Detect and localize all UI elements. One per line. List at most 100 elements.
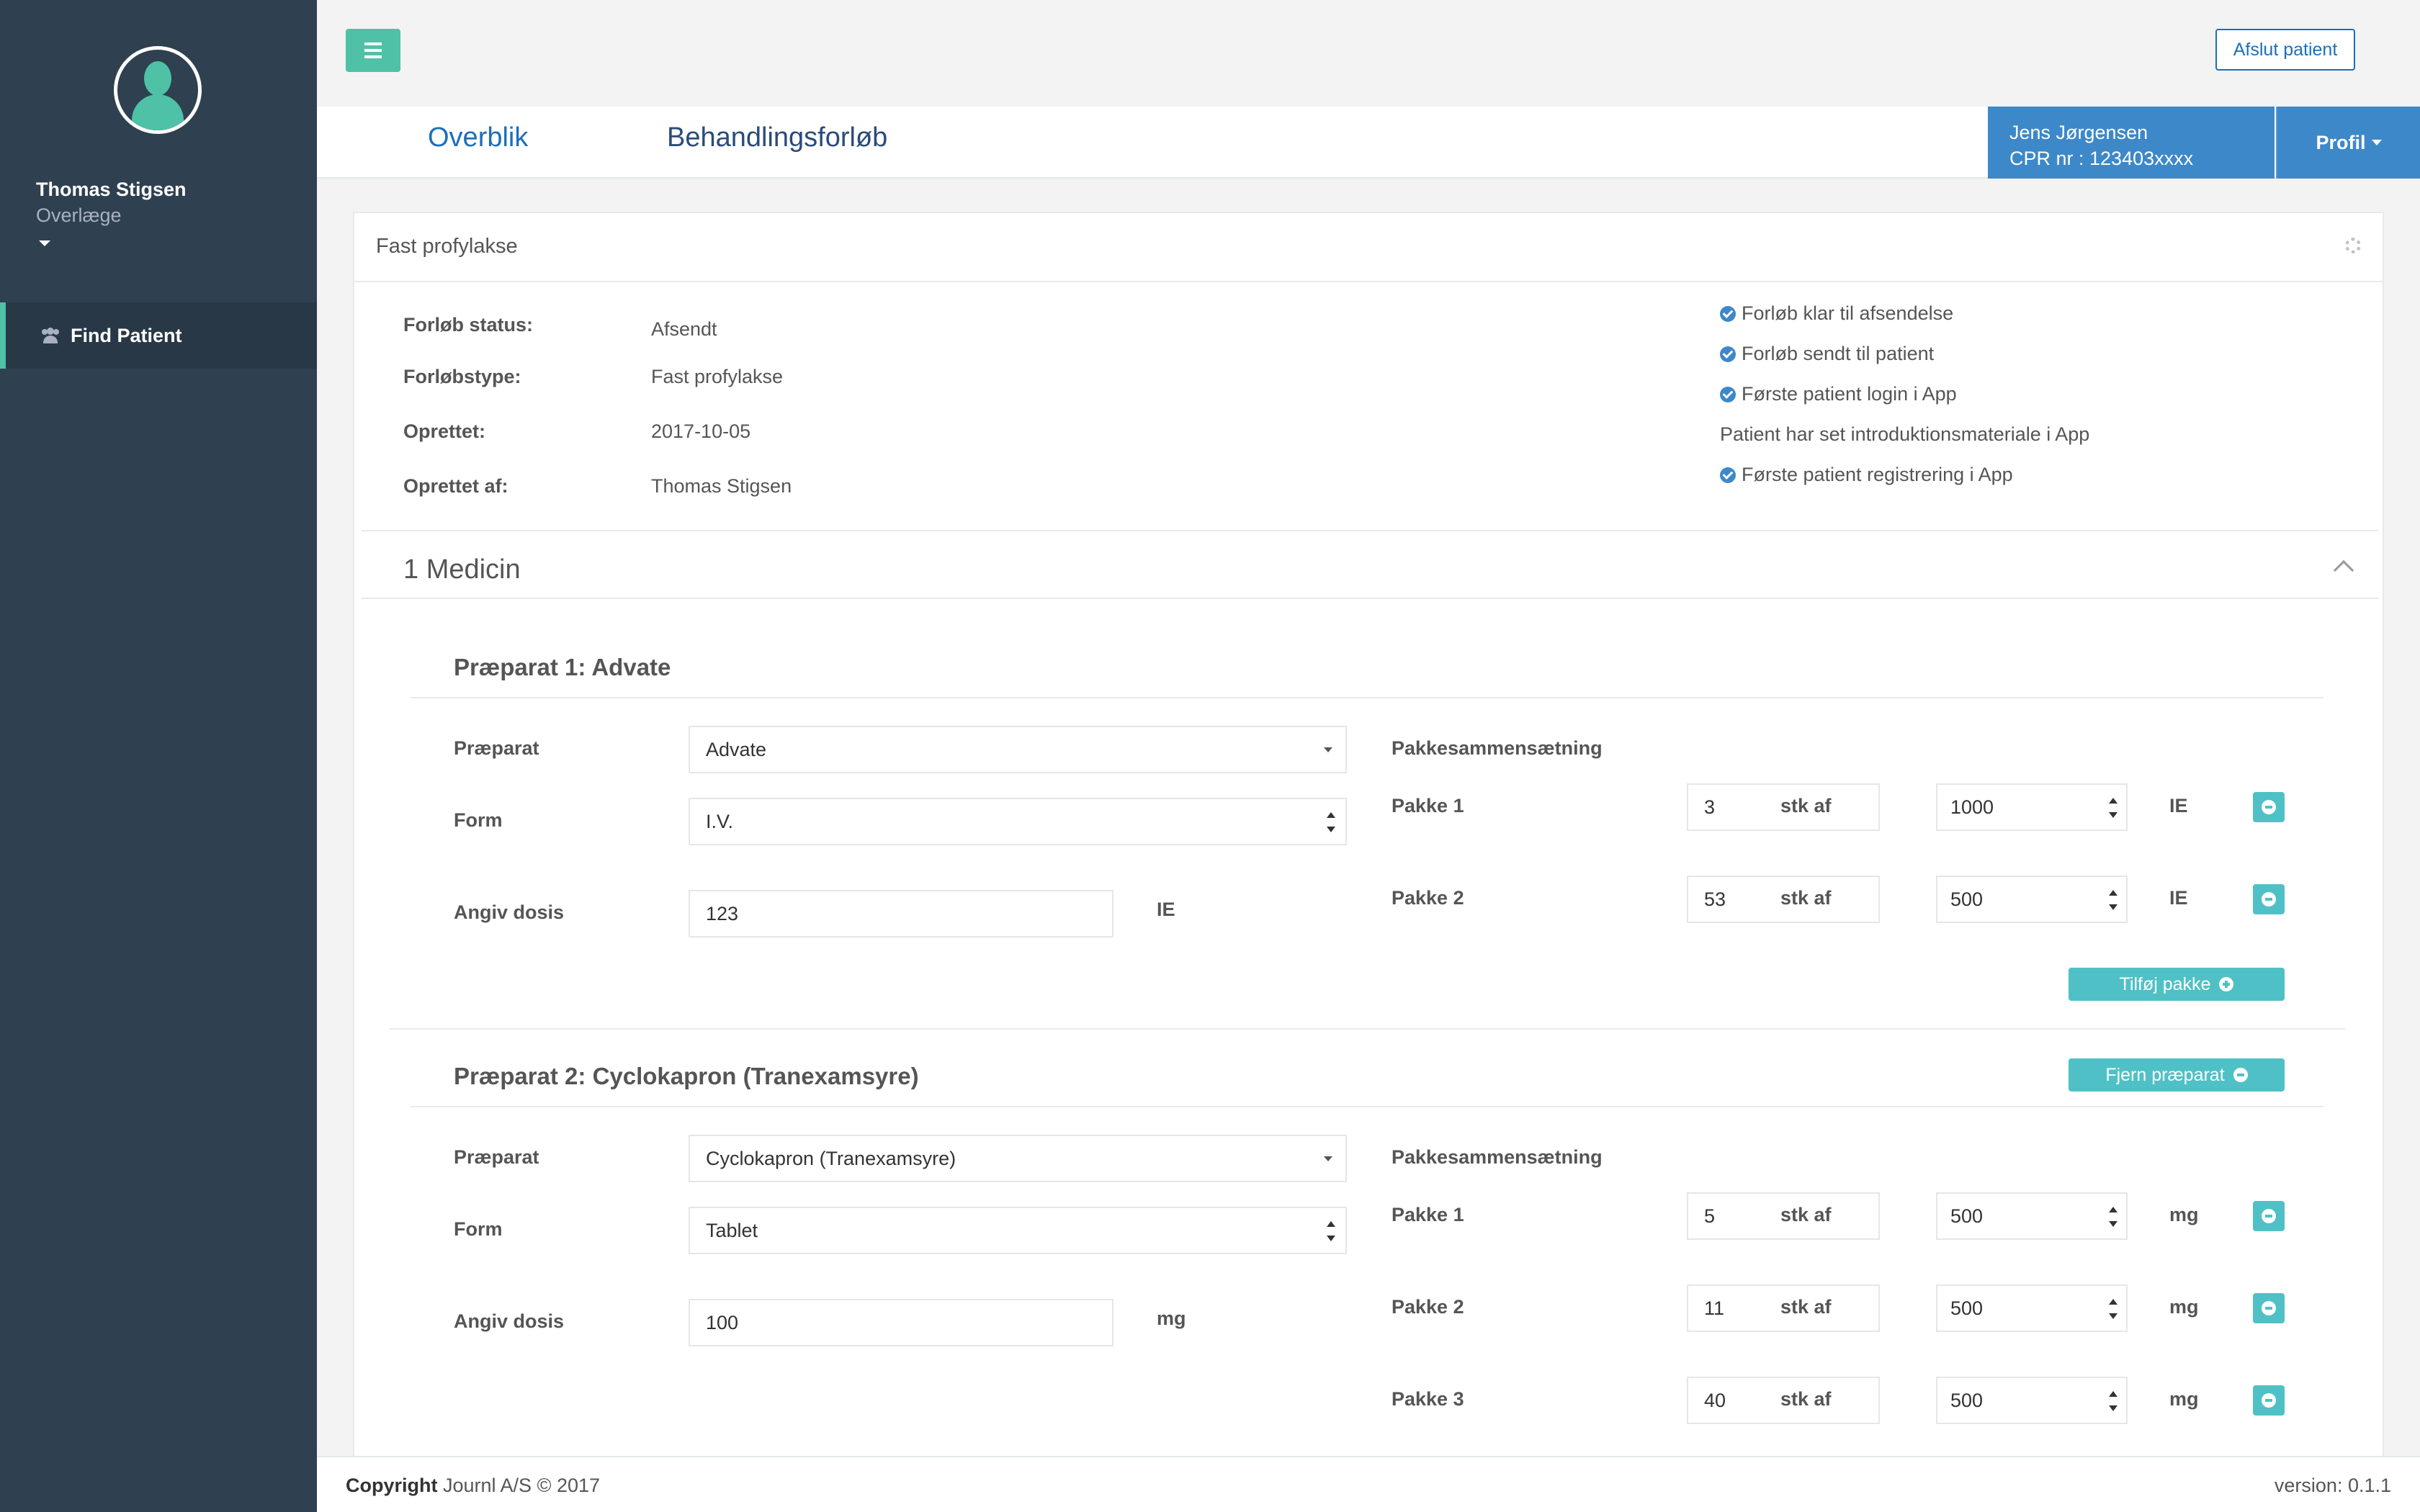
check-circle-icon (1720, 386, 1736, 402)
fjern-praeparat-button[interactable]: Fjern præparat (2069, 1058, 2285, 1092)
spinner-arrows-icon (2109, 798, 2118, 818)
divider (411, 697, 2323, 698)
form-select[interactable]: I.V. (689, 798, 1347, 845)
praeparat-label: Præparat (454, 737, 539, 759)
avatar (114, 46, 202, 134)
tab-overblik[interactable]: Overblik (428, 122, 528, 153)
checklist-item: Første patient login i App (1720, 383, 1957, 405)
pakke-unit: IE (2169, 887, 2188, 909)
pakke-unit: mg (2169, 1388, 2199, 1410)
user-name: Thomas Stigsen (36, 179, 187, 200)
divider (362, 598, 2378, 599)
dropdown-arrow-icon (1324, 747, 1332, 752)
stk-af-label: stk af (1780, 795, 1832, 816)
pakke-size-select[interactable]: 500 (1936, 1192, 2128, 1240)
info-value: Afsendt (651, 318, 717, 340)
divider (389, 1028, 2345, 1030)
panel-title: Fast profylakse (376, 235, 518, 258)
avatar-body (132, 94, 184, 130)
dropdown-arrow-icon (1324, 1156, 1332, 1161)
form-select[interactable]: Tablet (689, 1207, 1347, 1254)
version: version: 0.1.1 (2274, 1475, 2391, 1496)
pakke-size-select[interactable]: 500 (1936, 1377, 2128, 1424)
stk-af-label: stk af (1780, 887, 1832, 909)
divider (362, 530, 2378, 531)
praeparat-select[interactable]: Cyclokapron (Tranexamsyre) (689, 1135, 1347, 1182)
remove-pakke-button[interactable] (2253, 1385, 2285, 1416)
pakke-label: Pakke 2 (1392, 1296, 1464, 1318)
praeparat-title: Præparat 2: Cyclokapron (Tranexamsyre) (454, 1063, 919, 1089)
stk-af-label: stk af (1780, 1388, 1832, 1410)
form-label: Form (454, 809, 503, 831)
spinner-arrows-icon (2109, 1207, 2118, 1227)
section-title: 1 Medicin (403, 554, 521, 585)
user-role: Overlæge (36, 204, 122, 226)
remove-pakke-button[interactable] (2253, 792, 2285, 822)
check-circle-icon (1720, 346, 1736, 362)
patient-info: Jens Jørgensen CPR nr : 123403xxxx (1988, 107, 2275, 179)
user-menu-caret-icon[interactable] (39, 240, 50, 246)
sidebar-item-find-patient[interactable]: Find Patient (0, 302, 317, 369)
afslut-patient-button[interactable]: Afslut patient (2215, 29, 2355, 71)
avatar-head (144, 61, 171, 96)
users-icon (40, 328, 59, 343)
check-circle-icon (1720, 305, 1736, 322)
checklist-item: Forløb sendt til patient (1720, 343, 1934, 365)
chevron-up-icon[interactable] (2333, 559, 2354, 581)
pakke-label: Pakke 1 (1392, 795, 1464, 816)
info-label: Oprettet: (403, 420, 485, 442)
profil-label: Profil (2316, 131, 2366, 153)
praeparat-title: Præparat 1: Advate (454, 654, 671, 680)
caret-down-icon (2371, 140, 2382, 145)
dosis-label: Angiv dosis (454, 1310, 565, 1332)
spinner-arrows-icon (2109, 890, 2118, 910)
pakke-size-select[interactable]: 1000 (1936, 783, 2128, 831)
pakke-unit: mg (2169, 1296, 2199, 1318)
checklist-item: Patient har set introduktionsmateriale i… (1720, 423, 2090, 445)
info-label: Forløb status: (403, 314, 533, 336)
check-circle-icon (1720, 467, 1736, 483)
dosis-input[interactable]: 100 (689, 1299, 1113, 1346)
gear-icon[interactable] (2345, 238, 2361, 253)
spinner-arrows-icon (2109, 1391, 2118, 1411)
stk-af-label: stk af (1780, 1204, 1832, 1225)
dosis-unit: IE (1157, 899, 1175, 920)
patient-name: Jens Jørgensen (2009, 122, 2148, 143)
pakke-label: Pakke 1 (1392, 1204, 1464, 1225)
info-value: Fast profylakse (651, 366, 784, 387)
praeparat-label: Præparat (454, 1146, 539, 1168)
menu-toggle-button[interactable] (346, 29, 400, 72)
tab-behandlingsforloeb[interactable]: Behandlingsforløb (667, 122, 887, 153)
form-label: Form (454, 1218, 503, 1240)
checklist-item: Første patient registrering i App (1720, 464, 2013, 486)
pakke-header: Pakkesammensætning (1392, 1146, 1603, 1168)
remove-pakke-button[interactable] (2253, 1201, 2285, 1231)
divider (354, 281, 2383, 282)
spinner-arrows-icon (1327, 812, 1335, 832)
pakke-label: Pakke 3 (1392, 1388, 1464, 1410)
tilfoej-pakke-button[interactable]: Tilføj pakke (2069, 968, 2285, 1001)
copyright: Copyright Journl A/S © 2017 (346, 1475, 601, 1496)
spinner-arrows-icon (2109, 1299, 2118, 1319)
info-value: 2017-10-05 (651, 420, 751, 442)
info-label: Oprettet af: (403, 475, 508, 497)
sidebar-item-label: Find Patient (71, 324, 182, 346)
praeparat-select[interactable]: Advate (689, 726, 1347, 773)
profil-dropdown[interactable]: Profil (2276, 107, 2420, 179)
dosis-unit: mg (1157, 1308, 1186, 1329)
dosis-input[interactable]: 123 (689, 890, 1113, 937)
footer: Copyright Journl A/S © 2017 version: 0.1… (317, 1456, 2420, 1512)
stk-af-label: stk af (1780, 1296, 1832, 1318)
info-value: Thomas Stigsen (651, 475, 792, 497)
pakke-label: Pakke 2 (1392, 887, 1464, 909)
patient-cpr: CPR nr : 123403xxxx (2009, 148, 2194, 169)
pakke-unit: IE (2169, 795, 2188, 816)
remove-pakke-button[interactable] (2253, 884, 2285, 914)
sidebar: Thomas Stigsen Overlæge Find Patient (0, 0, 317, 1512)
pakke-header: Pakkesammensætning (1392, 737, 1603, 759)
divider (411, 1106, 2323, 1107)
remove-pakke-button[interactable] (2253, 1293, 2285, 1323)
pakke-size-select[interactable]: 500 (1936, 876, 2128, 923)
pakke-unit: mg (2169, 1204, 2199, 1225)
pakke-size-select[interactable]: 500 (1936, 1284, 2128, 1332)
